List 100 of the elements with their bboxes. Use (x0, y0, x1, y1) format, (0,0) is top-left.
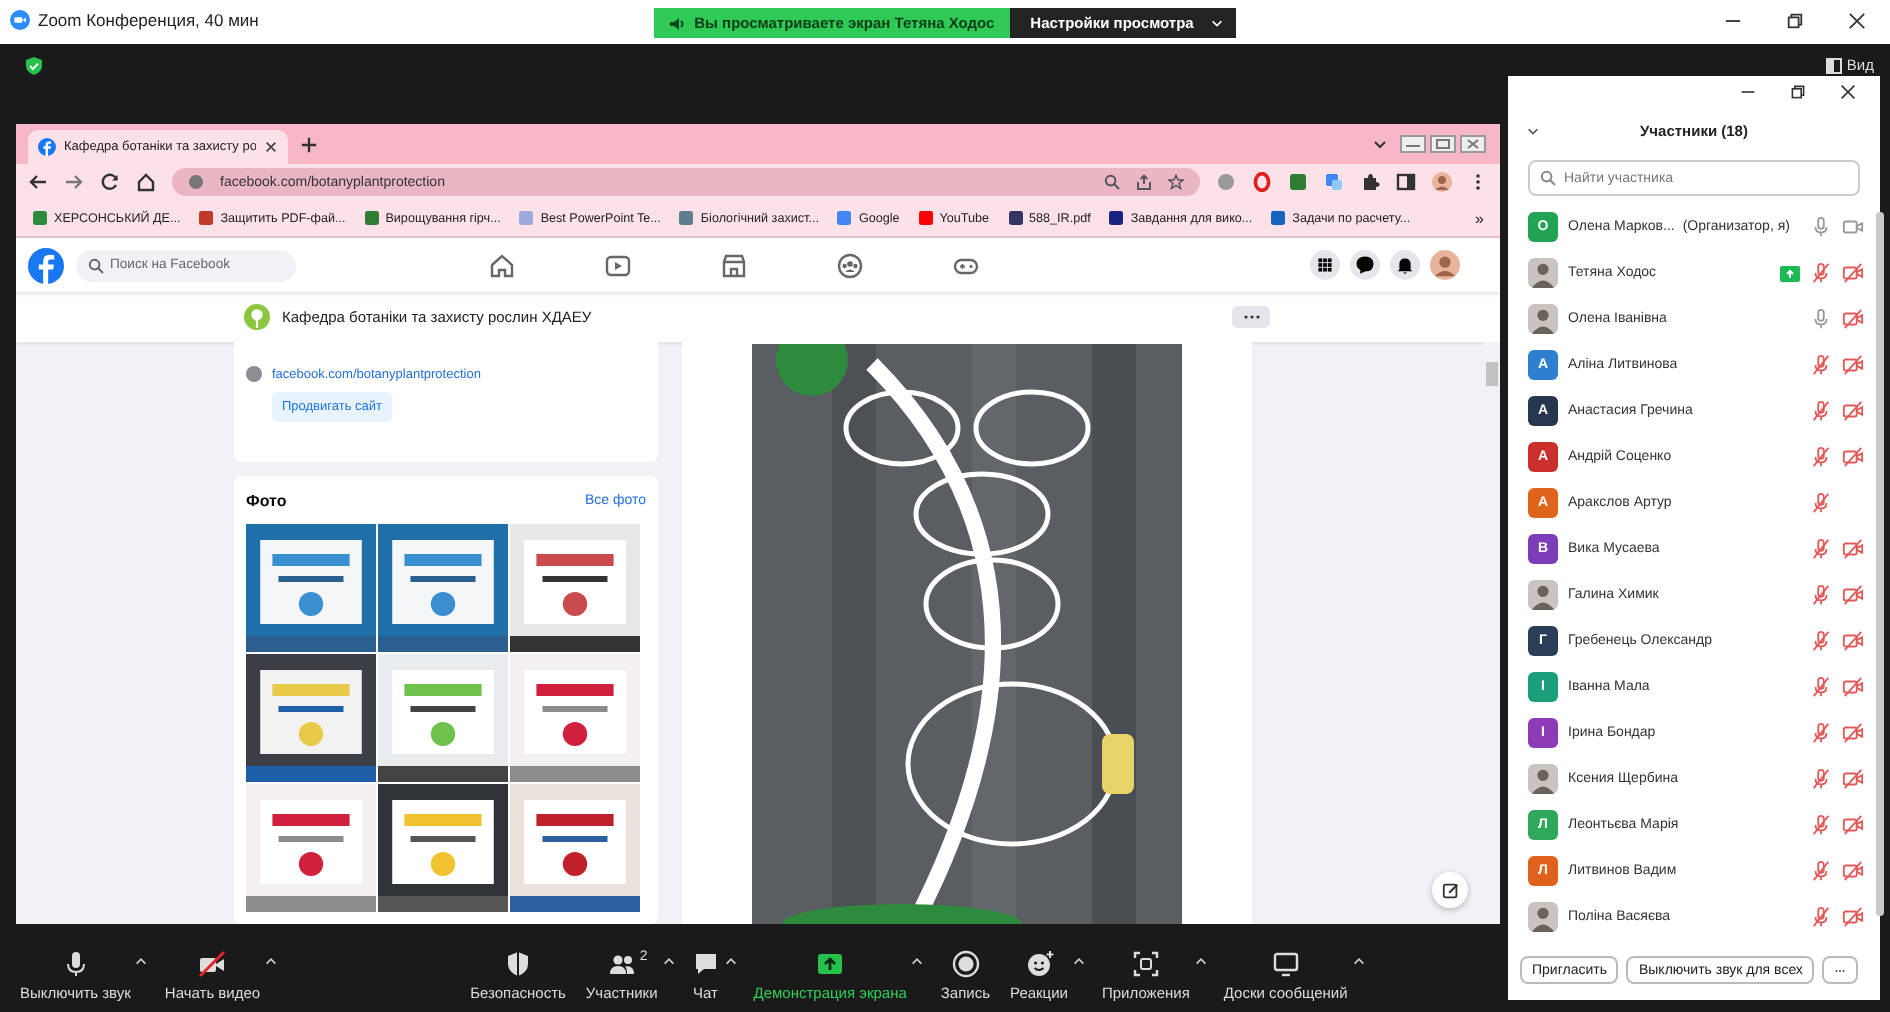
caret-icon[interactable] (661, 954, 676, 968)
microphone-muted-icon[interactable] (1809, 676, 1832, 698)
bookmark-icon (1007, 210, 1024, 226)
close-icon[interactable] (1840, 84, 1856, 100)
group-icon[interactable] (836, 251, 864, 279)
caret-icon (1209, 16, 1224, 30)
store-icon[interactable] (720, 251, 748, 279)
chat-icon (691, 950, 720, 978)
microphone-muted-icon[interactable] (1809, 446, 1832, 468)
bookmark-icon (32, 210, 48, 226)
microphone-muted-icon[interactable] (1809, 538, 1832, 560)
extension-icon[interactable] (1288, 172, 1308, 192)
star-icon[interactable] (1168, 174, 1184, 190)
camera-off-icon[interactable] (1841, 262, 1864, 284)
avatar-silhouette-icon (1528, 580, 1558, 610)
microphone-muted-icon[interactable] (1809, 860, 1832, 882)
profile-icon[interactable] (1432, 172, 1452, 192)
shield-icon[interactable] (24, 56, 44, 76)
back-icon[interactable] (28, 172, 48, 192)
microphone-muted-icon[interactable] (1809, 354, 1832, 376)
edit-icon (1441, 881, 1459, 899)
zoom-logo-icon (10, 10, 30, 30)
shield-icon (504, 950, 532, 978)
microphone-muted-icon[interactable] (1809, 492, 1832, 514)
close-icon[interactable] (264, 140, 278, 154)
zoom-icon[interactable] (1104, 174, 1120, 190)
microphone-muted-icon[interactable] (1809, 814, 1832, 836)
camera-off-icon[interactable] (1841, 906, 1864, 928)
microphone-muted-icon[interactable] (1809, 584, 1832, 606)
people-icon (607, 950, 636, 978)
apps-icon (1131, 950, 1160, 978)
bell-icon[interactable] (1390, 250, 1420, 280)
bookmark-icon (917, 210, 934, 226)
caret-icon[interactable] (1351, 954, 1366, 968)
restore-icon[interactable] (1786, 11, 1804, 29)
camera-icon[interactable] (1841, 216, 1864, 238)
camera-off-icon[interactable] (1841, 814, 1864, 836)
messenger-icon[interactable] (1350, 250, 1380, 280)
camera-off-icon[interactable] (1841, 860, 1864, 882)
microphone-icon (61, 950, 90, 978)
microphone-icon[interactable] (1809, 308, 1832, 330)
sidebar-icon[interactable] (1396, 172, 1416, 192)
more-icon (1241, 314, 1261, 320)
microphone-muted-icon[interactable] (1809, 262, 1832, 284)
caret-icon[interactable] (264, 954, 279, 968)
close-icon[interactable] (1848, 11, 1866, 29)
home-icon[interactable] (136, 172, 156, 192)
caret-icon[interactable] (1072, 954, 1086, 968)
menu-grid-icon[interactable] (1310, 250, 1340, 280)
camera-off-icon[interactable] (1841, 584, 1864, 606)
camera-off-icon[interactable] (1841, 308, 1864, 330)
facebook-icon (38, 138, 56, 156)
scrollbar-thumb[interactable] (1486, 362, 1498, 386)
avatar-silhouette-icon (1528, 258, 1558, 288)
layout-icon (1826, 57, 1843, 73)
caret-icon[interactable] (1193, 954, 1208, 968)
reload-icon[interactable] (100, 172, 120, 192)
microphone-muted-icon[interactable] (1809, 722, 1832, 744)
camera-off-icon[interactable] (1841, 630, 1864, 652)
share-icon[interactable] (1136, 174, 1152, 190)
bookmark-icon (1270, 210, 1287, 226)
camera-off-icon[interactable] (1841, 354, 1864, 376)
bookmark-icon (836, 210, 853, 226)
home-icon[interactable] (488, 251, 516, 279)
restore-icon[interactable] (1790, 84, 1806, 100)
camera-off-icon[interactable] (1841, 768, 1864, 790)
avatar-silhouette-icon (1528, 304, 1558, 334)
caret-icon[interactable] (723, 954, 738, 968)
camera-off-icon[interactable] (1841, 446, 1864, 468)
facebook-icon[interactable] (28, 247, 64, 283)
caret-icon[interactable] (910, 954, 925, 968)
forward-icon[interactable] (64, 172, 84, 192)
avatar-icon[interactable] (1430, 250, 1460, 280)
opera-icon[interactable] (1252, 172, 1272, 192)
microphone-muted-icon[interactable] (1809, 400, 1832, 422)
bookmark-icon (363, 210, 380, 226)
extension-icon[interactable] (1216, 172, 1236, 192)
compose-button[interactable] (1432, 872, 1468, 908)
puzzle-icon[interactable] (1360, 172, 1380, 192)
video-icon[interactable] (604, 251, 632, 279)
scrollbar-thumb[interactable] (1875, 212, 1884, 916)
bookmark-icon (1108, 210, 1125, 226)
avatar-silhouette-icon (1528, 902, 1558, 932)
camera-off-icon[interactable] (1841, 538, 1864, 560)
more-bookmarks-button[interactable]: » (1475, 209, 1484, 227)
caret-icon[interactable] (134, 954, 149, 968)
chevron-down-icon[interactable] (1372, 136, 1388, 152)
camera-off-icon[interactable] (1841, 722, 1864, 744)
share-screen-icon (816, 950, 845, 978)
microphone-muted-icon[interactable] (1809, 768, 1832, 790)
more-button[interactable] (1232, 306, 1270, 328)
microphone-icon[interactable] (1809, 216, 1832, 238)
new-tab-icon[interactable] (300, 135, 318, 153)
camera-off-icon[interactable] (1841, 400, 1864, 422)
camera-off-icon[interactable] (1841, 676, 1864, 698)
microphone-muted-icon[interactable] (1809, 630, 1832, 652)
microphone-muted-icon[interactable] (1809, 906, 1832, 928)
chevron-down-icon[interactable] (1526, 123, 1540, 137)
window-controls-icon[interactable] (1400, 134, 1488, 154)
search-icon (1540, 170, 1556, 186)
